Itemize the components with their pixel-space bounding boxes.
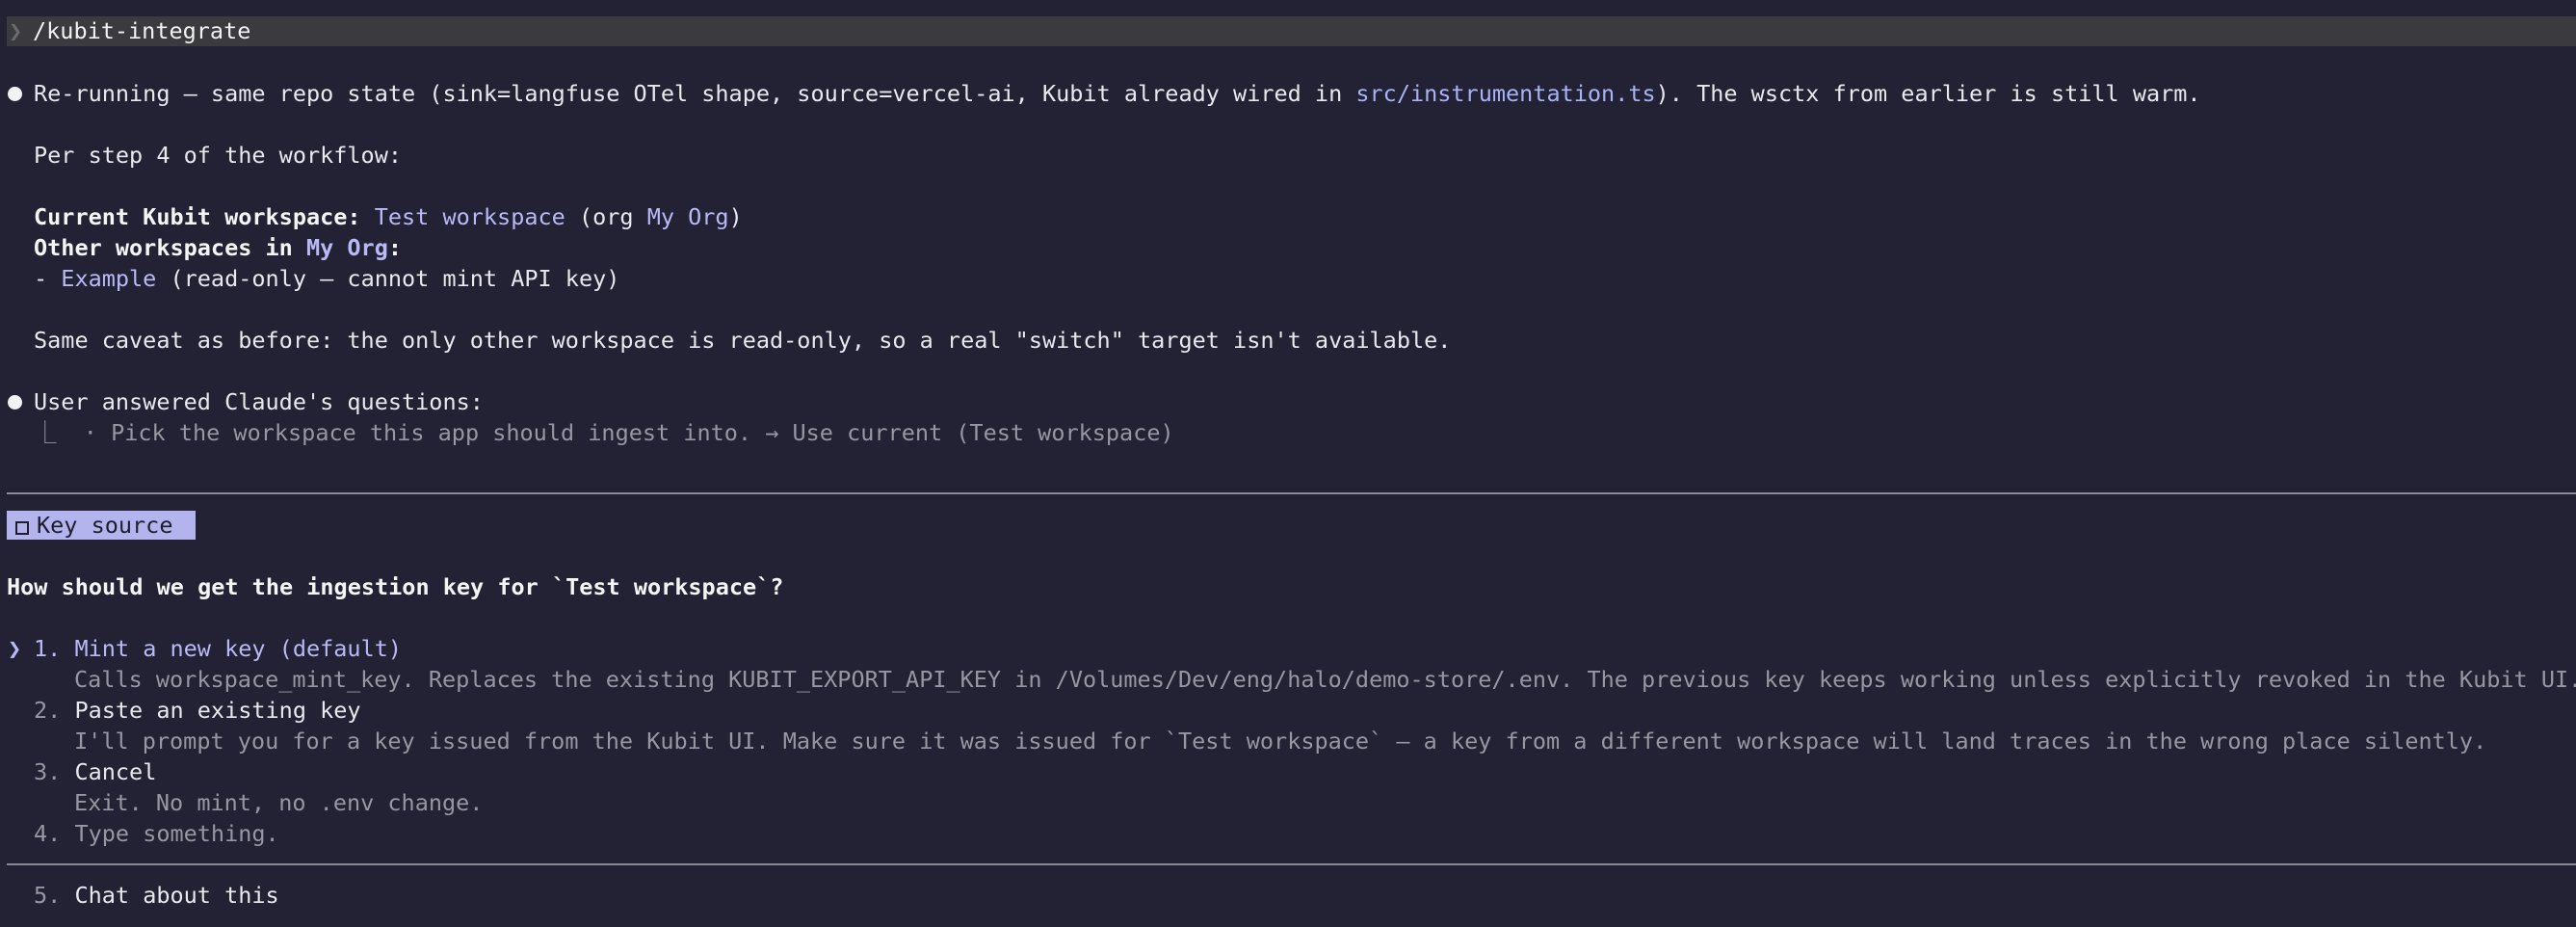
checkbox-icon (15, 521, 29, 535)
prompt-caret-icon: ❯ (9, 17, 23, 44)
caveat-text: Same caveat as before: the only other wo… (34, 327, 1452, 354)
selection-caret-icon: ❯ (8, 635, 22, 662)
message-intro: Re-running — same repo state (sink=langf… (34, 80, 2201, 107)
option-description: I'll prompt you for a key issued from th… (74, 728, 2487, 755)
answered-title: User answered Claude's questions: (34, 388, 484, 415)
divider (7, 492, 2576, 494)
other-workspace-name: Example (61, 265, 157, 292)
current-workspace-line: Current Kubit workspace: Test workspace … (34, 203, 743, 230)
current-org-name: My Org (646, 203, 729, 230)
message-bullet-icon (8, 395, 22, 410)
option-chat-about-this[interactable]: 5. Chat about this (34, 880, 2576, 911)
step-line: Per step 4 of the workflow: (34, 142, 403, 169)
answer-line: ⎿ · Pick the workspace this app should i… (34, 419, 1174, 446)
other-workspaces-heading: Other workspaces in My Org: (34, 234, 403, 261)
option-description: Exit. No mint, no .env change. (74, 789, 484, 816)
current-workspace-name: Test workspace (374, 203, 565, 230)
command-text: /kubit-integrate (33, 17, 251, 44)
option-paste-existing-key[interactable]: 2. Paste an existing key (34, 695, 2576, 726)
other-workspace-item: - Example (read-only — cannot mint API k… (34, 265, 620, 292)
option-description: Calls workspace_mint_key. Replaces the e… (74, 666, 2576, 693)
question-prompt: How should we get the ingestion key for … (7, 573, 784, 600)
message-bullet-icon (8, 87, 22, 101)
question-tab-badge: Key source (7, 511, 196, 540)
option-mint-new-key[interactable]: 1. Mint a new key (default) (34, 633, 2576, 664)
option-cancel[interactable]: 3. Cancel (34, 756, 2576, 787)
tree-branch-icon: ⎿ (34, 419, 57, 446)
option-type-something[interactable]: 4. Type something. (34, 818, 2576, 849)
divider (7, 863, 2576, 865)
file-path-link[interactable]: src/instrumentation.ts (1355, 80, 1655, 107)
